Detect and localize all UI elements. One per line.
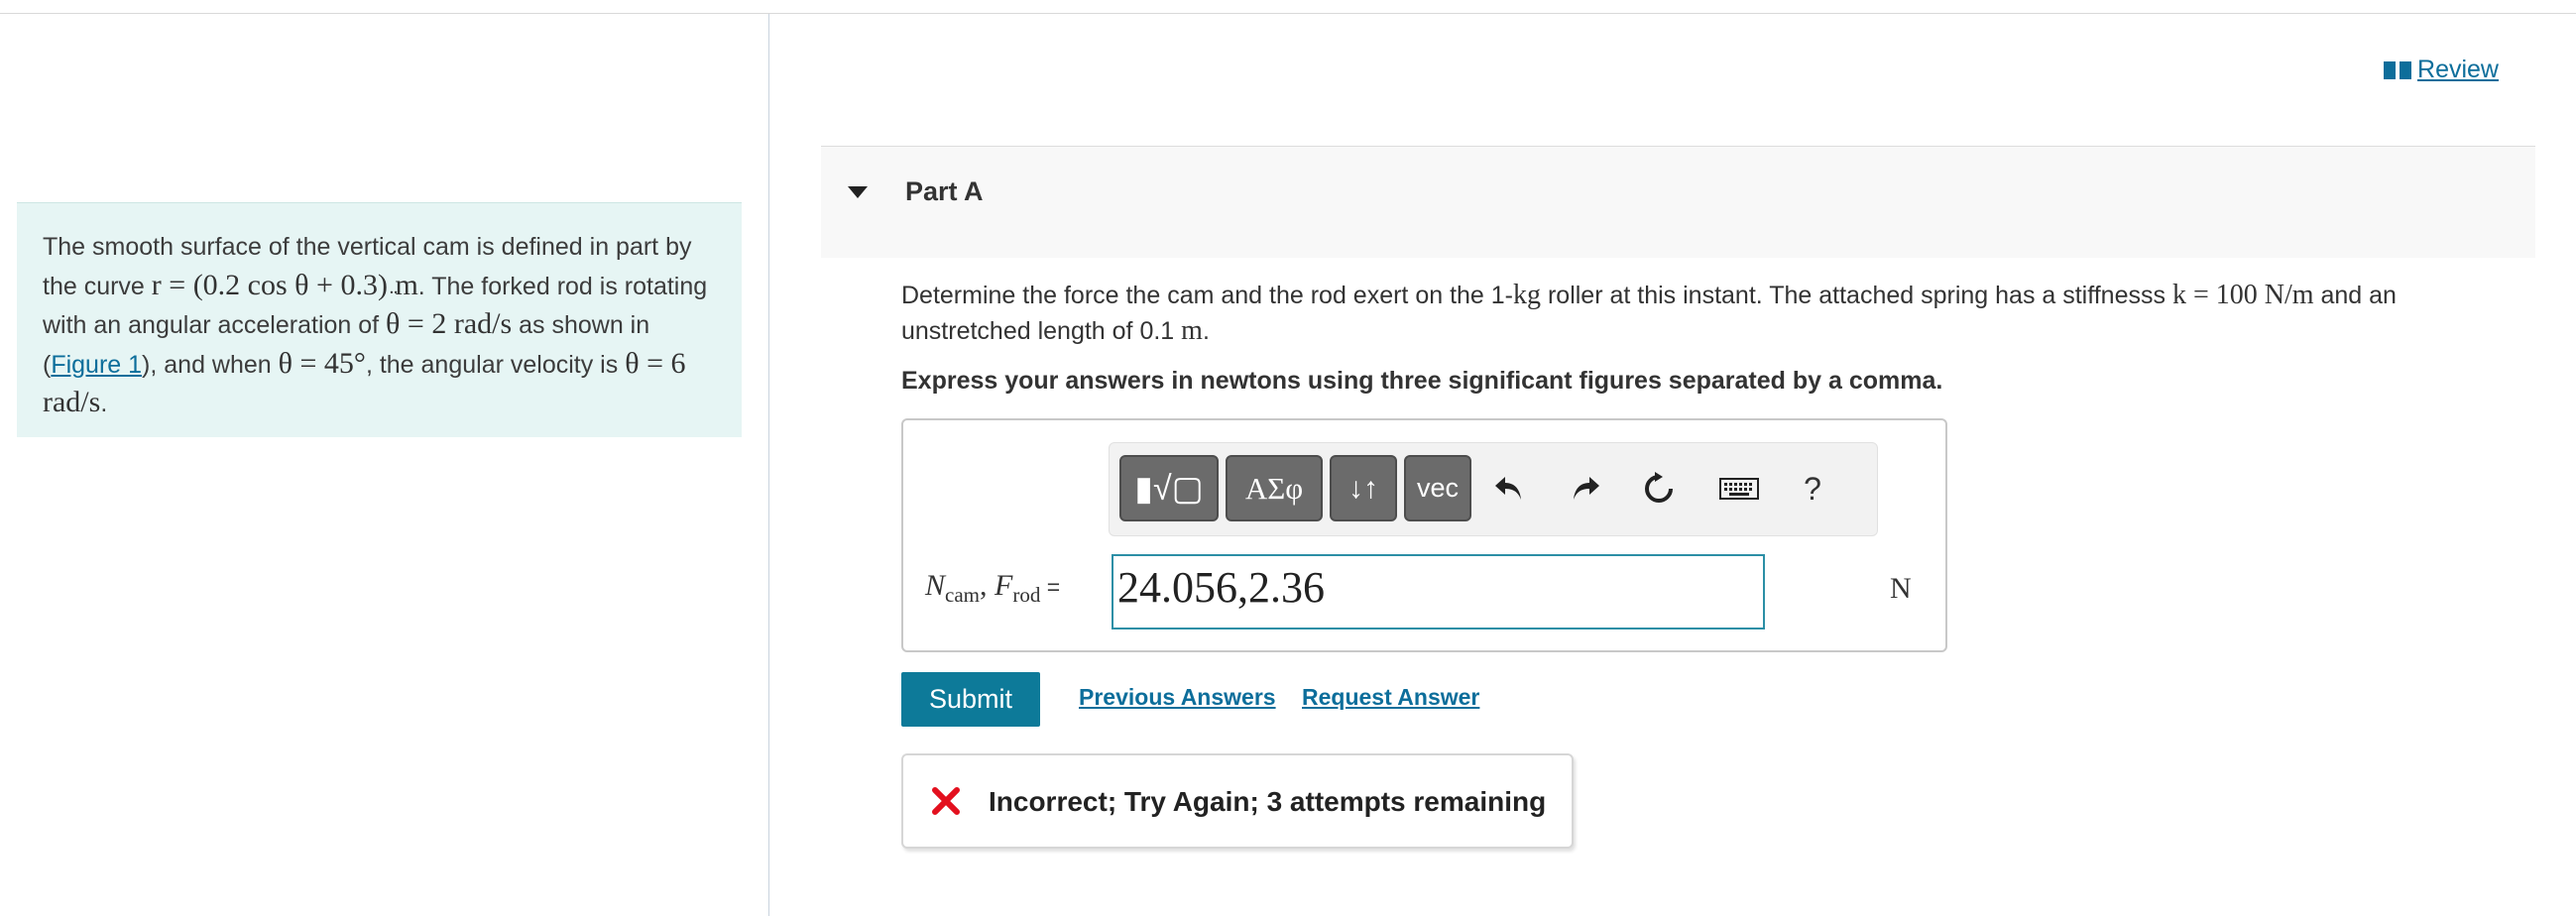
book-icon — [2384, 60, 2412, 79]
answer-label: Ncam, Frod = — [925, 569, 1061, 607]
math-curve: r = (0.2 cos θ + 0.3) m — [151, 268, 418, 301]
math-angular-accel: = 2 rad/s — [400, 307, 513, 340]
submit-button[interactable]: Submit — [901, 672, 1040, 727]
part-title: Part A — [905, 176, 984, 206]
math-kg: kg — [1513, 280, 1542, 310]
math-stiffness: k = 100 N/m — [2171, 280, 2314, 310]
keyboard-icon[interactable] — [1709, 465, 1769, 513]
vec-label: vec — [1416, 473, 1460, 503]
problem-text-6: . — [100, 390, 108, 417]
reset-icon[interactable] — [1635, 465, 1683, 513]
question-text: Determine the force the cam and the rod … — [901, 280, 2397, 346]
top-rule — [0, 13, 2576, 14]
help-icon: ? — [1804, 470, 1821, 507]
problem-text-4: ), and when — [142, 350, 279, 379]
math-m: m — [1181, 315, 1203, 346]
pane-divider — [768, 14, 769, 916]
answer-box: ▮√▢ ΑΣφ ↓↑ vec ? Ncam, Frod = 24.056,2.3… — [901, 418, 1947, 652]
greek-button[interactable]: ΑΣφ — [1226, 455, 1323, 521]
collapse-caret-icon[interactable] — [848, 186, 868, 198]
incorrect-x-icon — [932, 787, 960, 815]
templates-button[interactable]: ▮√▢ — [1119, 455, 1219, 521]
math-angle: θ = 45° — [278, 346, 366, 380]
greek-icon: ΑΣφ — [1244, 470, 1304, 506]
answer-unit: N — [1890, 572, 1912, 605]
part-header[interactable]: Part A — [821, 146, 2535, 258]
review-label: Review — [2417, 56, 2499, 83]
help-button[interactable]: ? — [1789, 465, 1836, 513]
problem-statement: The smooth surface of the vertical cam i… — [17, 202, 742, 437]
review-link[interactable]: Review — [2384, 56, 2499, 84]
feedback-box: Incorrect; Try Again; 3 attempts remaini… — [901, 753, 1574, 849]
request-answer-link[interactable]: Request Answer — [1302, 684, 1479, 711]
math-theta-ddot: θ ¨ — [386, 286, 401, 340]
answer-input[interactable]: 24.056,2.36 — [1112, 554, 1765, 630]
math-theta-dot: θ ˙ — [625, 325, 640, 380]
instruction-text: Express your answers in newtons using th… — [901, 367, 1943, 395]
templates-icon: ▮√▢ — [1134, 469, 1204, 508]
redo-icon[interactable] — [1561, 465, 1608, 513]
previous-answers-link[interactable]: Previous Answers — [1079, 684, 1276, 711]
arrows-icon: ↓↑ — [1348, 471, 1378, 505]
problem-text-5: , the angular velocity is — [365, 350, 626, 379]
arrows-button[interactable]: ↓↑ — [1330, 455, 1397, 521]
feedback-message: Incorrect; Try Again; 3 attempts remaini… — [989, 786, 1547, 817]
vec-button[interactable]: vec — [1404, 455, 1471, 521]
math-toolbar: ▮√▢ ΑΣφ ↓↑ vec ? — [1109, 442, 1878, 536]
undo-icon[interactable] — [1486, 465, 1534, 513]
figure-link[interactable]: Figure 1 — [51, 351, 142, 379]
